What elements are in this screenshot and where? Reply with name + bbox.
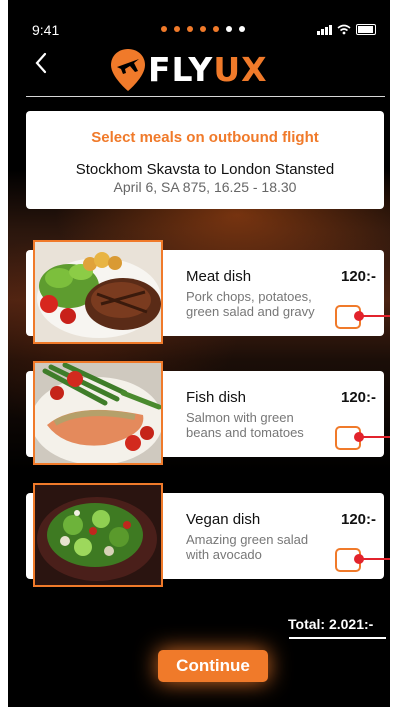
- meat-dish-photo: [33, 240, 163, 344]
- flyux-logo: FLYUX: [108, 45, 268, 95]
- vegan-dish-photo: [33, 483, 163, 587]
- selector-dot: [354, 311, 364, 321]
- meal-description: Salmon with green beans and tomatoes: [186, 410, 304, 440]
- selector-dot: [354, 432, 364, 442]
- page-dot: [226, 26, 232, 32]
- page-dot: [161, 26, 167, 32]
- page-dot: [213, 26, 219, 32]
- brand-name: FLYUX: [148, 50, 268, 89]
- order-total: Total: 2.021:-: [288, 616, 374, 632]
- flight-card: Select meals on outbound flight Stockhom…: [26, 111, 384, 209]
- meal-item-meat: Meat dish Pork chops, potatoes, green sa…: [26, 240, 390, 344]
- selector-line: [362, 558, 390, 560]
- page-dot: [174, 26, 180, 32]
- back-button[interactable]: [34, 50, 52, 80]
- phone-screen: 9:41 FLYUX Select meals on outbound flig…: [8, 0, 390, 707]
- selector-dot: [354, 554, 364, 564]
- flight-route: Stockhom Skavsta to London Stansted: [75, 161, 335, 178]
- page-dot: [239, 26, 245, 32]
- selector-line: [362, 436, 390, 438]
- plane-pin-icon: [111, 49, 145, 91]
- flight-card-title: Select meals on outbound flight: [91, 129, 319, 146]
- meal-item-vegan: Vegan dish Amazing green salad with avoc…: [26, 483, 390, 587]
- meal-name: Meat dish: [186, 268, 252, 285]
- meal-description: Pork chops, potatoes, green salad and gr…: [186, 289, 315, 319]
- page-dot: [187, 26, 193, 32]
- wifi-icon: [337, 24, 351, 35]
- total-underline: [289, 637, 386, 639]
- meal-price: 120:-: [341, 389, 377, 406]
- flight-info: April 6, SA 875, 16.25 - 18.30: [113, 179, 297, 195]
- chevron-left-icon: [35, 52, 47, 74]
- continue-button[interactable]: Continue: [158, 650, 268, 682]
- meal-item-fish: Fish dish Salmon with green beans and to…: [26, 361, 390, 465]
- meal-description: Amazing green salad with avocado: [186, 532, 309, 562]
- meal-name: Fish dish: [186, 389, 247, 406]
- status-icons: [317, 24, 376, 35]
- fish-dish-photo: [33, 361, 163, 465]
- selector-line: [362, 315, 390, 317]
- page-dot: [200, 26, 206, 32]
- page-indicator: [161, 26, 245, 32]
- battery-icon: [356, 24, 376, 35]
- status-bar: 9:41: [8, 0, 390, 44]
- header-divider: [26, 96, 385, 97]
- meal-price: 120:-: [341, 511, 377, 528]
- status-time: 9:41: [32, 22, 60, 38]
- signal-icon: [317, 24, 332, 35]
- meal-name: Vegan dish: [186, 511, 261, 528]
- meal-price: 120:-: [341, 268, 377, 285]
